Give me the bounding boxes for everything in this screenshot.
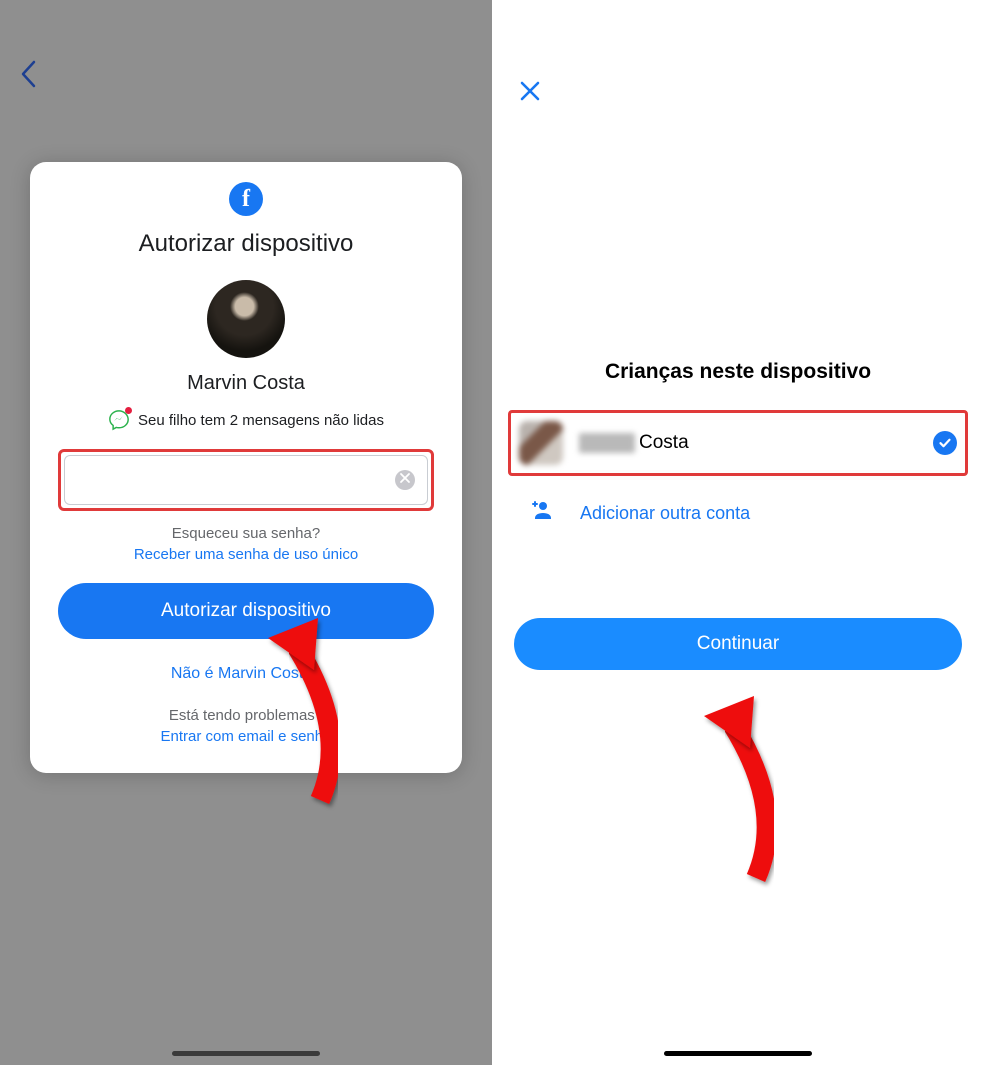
back-chevron-icon[interactable] — [20, 60, 36, 96]
selected-check-icon — [933, 431, 957, 455]
authorize-card: f Autorizar dispositivo Marvin Costa Seu… — [30, 162, 462, 773]
annotation-arrow-right — [698, 690, 828, 890]
child-highlight: Costa — [508, 410, 968, 476]
messages-row: Seu filho tem 2 mensagens não lidas — [58, 409, 434, 431]
screen-children: Crianças neste dispositivo Costa — [492, 0, 984, 1065]
child-row[interactable]: Costa — [513, 415, 963, 471]
close-icon[interactable] — [518, 78, 542, 110]
clear-input-icon[interactable] — [395, 470, 415, 490]
add-account-label: Adicionar outra conta — [580, 503, 750, 524]
messenger-icon — [108, 409, 130, 431]
forgot-block: Esqueceu sua senha? Receber uma senha de… — [58, 525, 434, 563]
child-firstname-redacted — [579, 433, 635, 453]
password-field-wrap — [64, 455, 428, 505]
child-lastname: Costa — [639, 432, 689, 454]
messages-text: Seu filho tem 2 mensagens não lidas — [138, 412, 384, 429]
problems-block: Está tendo problemas? Entrar com email e… — [58, 707, 434, 745]
screen-authorize: f Autorizar dispositivo Marvin Costa Seu… — [0, 0, 492, 1065]
forgot-question: Esqueceu sua senha? — [58, 525, 434, 542]
child-avatar — [519, 421, 563, 465]
password-input[interactable] — [77, 471, 395, 489]
password-highlight — [58, 449, 434, 511]
home-indicator — [172, 1051, 320, 1056]
children-content: Crianças neste dispositivo Costa — [492, 360, 984, 670]
one-time-password-link[interactable]: Receber uma senha de uso único — [134, 546, 358, 563]
user-name: Marvin Costa — [58, 372, 434, 395]
home-indicator — [664, 1051, 812, 1056]
children-title: Crianças neste dispositivo — [514, 360, 962, 384]
problems-question: Está tendo problemas? — [58, 707, 434, 724]
user-avatar — [207, 280, 285, 358]
continue-button[interactable]: Continuar — [514, 618, 962, 670]
login-email-link[interactable]: Entrar com email e senha — [161, 728, 332, 745]
facebook-logo-icon: f — [229, 182, 263, 216]
add-account-row[interactable]: Adicionar outra conta — [514, 488, 962, 528]
child-name: Costa — [579, 432, 917, 454]
add-user-icon — [526, 498, 558, 528]
authorize-button[interactable]: Autorizar dispositivo — [58, 583, 434, 639]
not-user-link[interactable]: Não é Marvin Costa? — [58, 665, 434, 683]
card-title: Autorizar dispositivo — [58, 230, 434, 258]
